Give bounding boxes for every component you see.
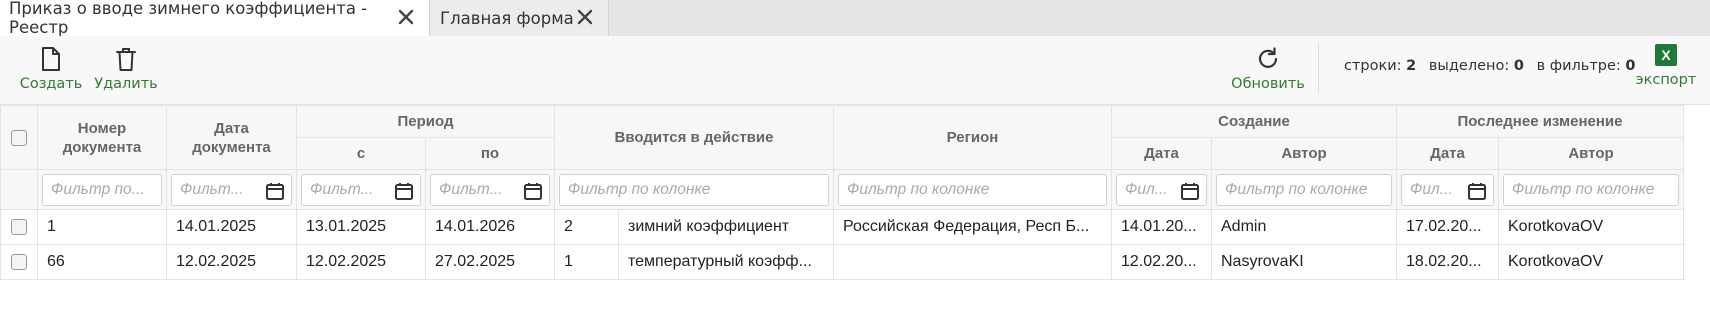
filter-region[interactable]: Фильтр по колонке — [838, 173, 1107, 206]
header-period: Период — [296, 105, 555, 138]
document-icon — [42, 47, 60, 71]
cell-region: Российская Федерация, Респ Б... — [833, 209, 1112, 245]
cell-period-from: 13.01.2025 — [296, 209, 426, 245]
delete-label: Удалить — [94, 76, 158, 92]
filter-period-from[interactable]: Фильт... — [301, 173, 421, 206]
tab-label: Главная форма — [440, 8, 574, 28]
cell-effective-code: 2 — [554, 209, 619, 245]
cell-date: 14.01.2025 — [166, 209, 297, 245]
cell-modified-author: KorotkovaOV — [1498, 209, 1684, 245]
header-doc-number[interactable]: Номер документа — [37, 105, 167, 170]
filter-modified-date[interactable]: Фил... — [1401, 173, 1494, 206]
cell-region — [833, 244, 1112, 280]
filter-doc-date[interactable]: Фильт... — [171, 173, 292, 206]
header-created-author[interactable]: Автор — [1211, 137, 1397, 170]
export-button[interactable]: X экспорт — [1634, 36, 1698, 104]
cell-modified-date: 17.02.20... — [1396, 209, 1499, 245]
selected-label: выделено: — [1428, 58, 1510, 74]
registry-grid: Номер документа Дата документа Период Вв… — [0, 105, 1684, 280]
cell-number: 1 — [37, 209, 167, 245]
cell-date: 12.02.2025 — [166, 244, 297, 280]
cell-effective-code: 1 — [554, 244, 619, 280]
table-row[interactable]: 1 14.01.2025 13.01.2025 14.01.2026 2 зим… — [0, 209, 1684, 245]
header-doc-date[interactable]: Дата документа — [166, 105, 297, 170]
cell-created-author: Admin — [1211, 209, 1397, 245]
header-period-from[interactable]: с — [296, 137, 426, 170]
header-created-date[interactable]: Дата — [1111, 137, 1212, 170]
cell-modified-author: KorotkovaOV — [1498, 244, 1684, 280]
cell-number: 66 — [37, 244, 167, 280]
calendar-icon[interactable] — [394, 181, 414, 201]
filter-empty-cell — [0, 169, 38, 210]
calendar-icon[interactable] — [1180, 181, 1200, 201]
calendar-icon[interactable] — [523, 181, 543, 201]
toolbar-divider — [1318, 42, 1319, 94]
header-effective[interactable]: Вводится в действие — [554, 105, 834, 170]
cell-period-from: 12.02.2025 — [296, 244, 426, 280]
calendar-icon[interactable] — [1467, 181, 1487, 201]
header-modified-date[interactable]: Дата — [1396, 137, 1499, 170]
export-label: экспорт — [1635, 72, 1697, 88]
cell-created-date: 12.02.20... — [1111, 244, 1212, 280]
cell-period-to: 27.02.2025 — [425, 244, 555, 280]
row-checkbox[interactable] — [11, 219, 27, 235]
table-row[interactable]: 66 12.02.2025 12.02.2025 27.02.2025 1 те… — [0, 244, 1684, 280]
filter-doc-number[interactable]: Фильтр по... — [42, 173, 162, 206]
filter-effective[interactable]: Фильтр по колонке — [559, 173, 829, 206]
create-button[interactable]: Создать — [20, 36, 82, 104]
filter-modified-author[interactable]: Фильтр по колонке — [1503, 173, 1679, 206]
tab-main-form[interactable]: Главная форма — [431, 0, 609, 36]
row-select-cell — [0, 244, 38, 280]
filter-created-date[interactable]: Фил... — [1116, 173, 1207, 206]
refresh-icon — [1258, 47, 1278, 68]
cell-period-to: 14.01.2026 — [425, 209, 555, 245]
row-select-cell — [0, 209, 38, 245]
close-icon[interactable] — [576, 8, 594, 26]
header-region[interactable]: Регион — [833, 105, 1112, 170]
filter-period-to[interactable]: Фильт... — [430, 173, 550, 206]
select-all-cell — [0, 105, 38, 170]
tab-label: Приказ о вводе зимнего коэффициента - Ре… — [9, 0, 368, 37]
close-icon[interactable] — [397, 8, 415, 26]
tab-bar: Приказ о вводе зимнего коэффициента - Ре… — [0, 0, 1710, 37]
excel-icon: X — [1655, 44, 1677, 66]
cell-created-date: 14.01.20... — [1111, 209, 1212, 245]
refresh-button[interactable]: Обновить — [1230, 36, 1306, 104]
create-label: Создать — [19, 76, 83, 92]
header-period-to[interactable]: по — [425, 137, 555, 170]
filter-created-author[interactable]: Фильтр по колонке — [1216, 173, 1392, 206]
select-all-checkbox[interactable] — [11, 129, 27, 146]
rows-label: строки: — [1344, 58, 1402, 74]
header-modified: Последнее изменение — [1396, 105, 1684, 138]
tab-registry[interactable]: Приказ о вводе зимнего коэффициента - Ре… — [0, 0, 430, 37]
selected-count: 0 — [1513, 58, 1524, 74]
refresh-label: Обновить — [1231, 76, 1305, 92]
grid-stats: строки: 2 выделено: 0 в фильтре: 0 — [1344, 58, 1644, 74]
trash-icon — [116, 48, 136, 71]
cell-effective-type: температурный коэфф... — [618, 244, 834, 280]
header-created: Создание — [1111, 105, 1397, 138]
filter-label: в фильтре: — [1536, 58, 1621, 74]
cell-created-author: NasyrovaKI — [1211, 244, 1397, 280]
toolbar: Создать Удалить Обновить строки: 2 выдел… — [0, 36, 1710, 105]
rows-count: 2 — [1406, 58, 1417, 74]
calendar-icon[interactable] — [265, 181, 285, 201]
cell-effective-type: зимний коэффициент — [618, 209, 834, 245]
row-checkbox[interactable] — [11, 254, 27, 270]
cell-modified-date: 18.02.20... — [1396, 244, 1499, 280]
delete-button[interactable]: Удалить — [94, 36, 158, 104]
header-modified-author[interactable]: Автор — [1498, 137, 1684, 170]
